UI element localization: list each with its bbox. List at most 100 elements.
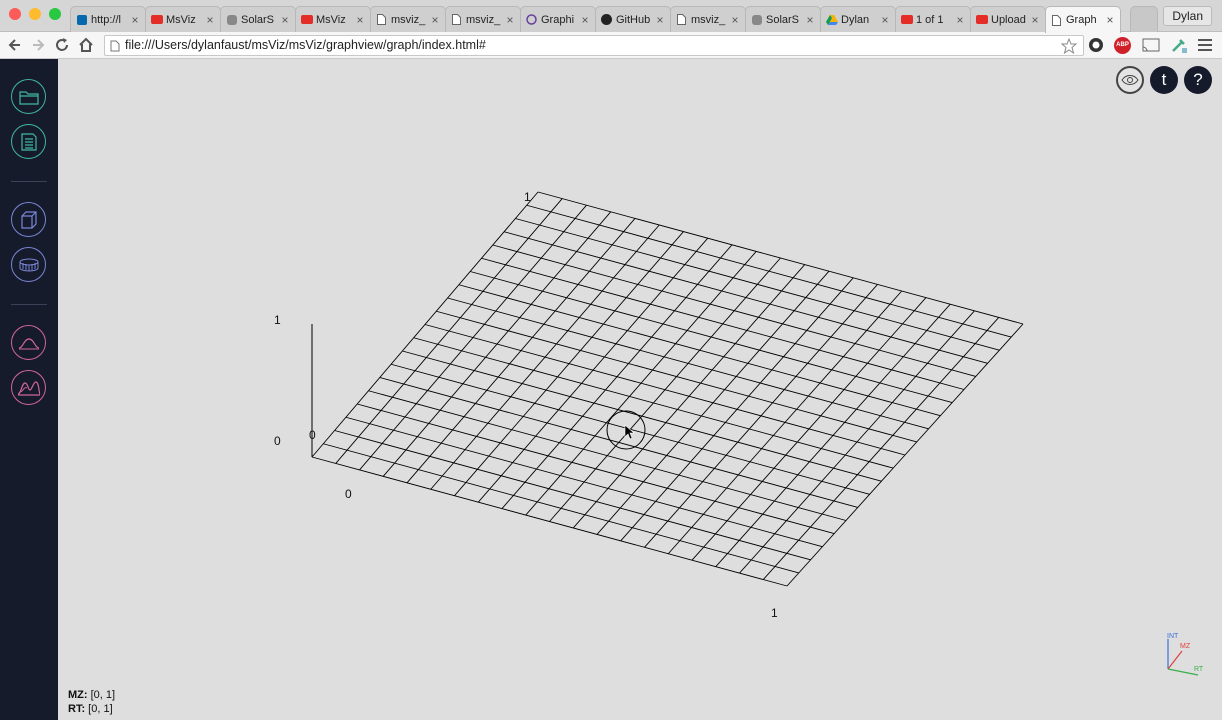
tab-close-icon[interactable]: ×	[203, 13, 217, 27]
youtube-icon	[900, 14, 913, 25]
tab-close-icon[interactable]: ×	[1028, 13, 1042, 27]
open-file-button[interactable]	[11, 79, 46, 114]
grid-line-rt	[537, 191, 1024, 325]
new-tab-button[interactable]	[1130, 6, 1158, 32]
cylinder-view-button[interactable]	[11, 247, 46, 282]
cube-view-button[interactable]	[11, 202, 46, 237]
grid-line-rt	[503, 231, 988, 364]
tab-label: MsViz	[316, 13, 346, 26]
tab-close-icon[interactable]: ×	[428, 13, 442, 27]
back-button[interactable]	[5, 35, 25, 55]
browser-tab[interactable]: SolarS ×	[220, 6, 296, 32]
tab-label: Upload	[991, 13, 1026, 26]
sidebar-divider	[11, 181, 47, 182]
gizmo-rt-label: RT	[1194, 666, 1204, 673]
peak-icon	[18, 337, 39, 349]
origin-intensity-label: 0	[309, 428, 316, 442]
tab-close-icon[interactable]: ×	[578, 13, 592, 27]
tab-label: Graphi	[541, 13, 575, 26]
peak-view-button[interactable]	[11, 325, 46, 360]
eyedropper-extension-icon[interactable]	[1170, 36, 1188, 54]
surface-grid	[311, 191, 1024, 587]
tab-label: SolarS	[766, 13, 800, 26]
browser-tab[interactable]: Upload ×	[970, 6, 1046, 32]
mz-min-label: 0	[345, 487, 352, 501]
cube-icon	[20, 210, 37, 229]
home-button[interactable]	[76, 35, 96, 55]
mz-range-row: MZ: [0, 1]	[68, 688, 115, 702]
rt-range-label: RT:	[68, 703, 86, 715]
browser-tab[interactable]: 1 of 1 ×	[895, 6, 971, 32]
browser-tab[interactable]: MsViz ×	[145, 6, 221, 32]
tab-close-icon[interactable]: ×	[128, 13, 142, 27]
browser-tab[interactable]: GitHub ×	[595, 6, 671, 32]
github-icon	[600, 14, 613, 25]
reload-button[interactable]	[52, 35, 72, 55]
url-text: file:///Users/dylanfaust/msViz/msViz/gra…	[125, 38, 486, 52]
browser-tab[interactable]: Graphi ×	[520, 6, 596, 32]
browser-tab[interactable]: Dylan ×	[820, 6, 896, 32]
mz-range-label: MZ:	[68, 689, 88, 701]
cast-icon[interactable]	[1142, 38, 1160, 52]
tab-close-icon[interactable]: ×	[1103, 13, 1117, 27]
mz-max-label: 1	[771, 606, 778, 620]
browser-tab[interactable]: Graph ×	[1045, 6, 1121, 33]
tab-label: Graph	[1066, 14, 1097, 26]
grid-line-mz	[739, 310, 975, 574]
close-window-button[interactable]	[9, 8, 21, 20]
tab-label: msviz_	[466, 13, 501, 26]
page-icon	[375, 14, 388, 25]
tab-close-icon[interactable]: ×	[728, 13, 742, 27]
browser-tab[interactable]: MsViz ×	[295, 6, 371, 32]
bookmark-star-icon[interactable]	[1061, 38, 1077, 54]
browser-tab[interactable]: http://l ×	[70, 6, 146, 32]
tab-close-icon[interactable]: ×	[878, 13, 892, 27]
tab-label: http://l	[91, 13, 121, 26]
forward-arrow-icon	[33, 39, 45, 51]
profile-button[interactable]: Dylan	[1163, 6, 1212, 26]
tab-close-icon[interactable]: ×	[653, 13, 667, 27]
home-icon	[79, 37, 93, 52]
save-file-button[interactable]	[11, 124, 46, 159]
tab-label: 1 of 1	[916, 13, 944, 26]
browser-tab[interactable]: msviz_ ×	[670, 6, 746, 32]
address-bar[interactable]: file:///Users/dylanfaust/msViz/msViz/gra…	[104, 35, 1084, 56]
multi-peak-icon	[17, 380, 41, 396]
range-readout: MZ: [0, 1] RT: [0, 1]	[68, 688, 115, 716]
apple-icon	[225, 14, 238, 25]
google-drive-icon	[825, 14, 838, 25]
page-icon	[450, 14, 463, 25]
forward-button[interactable]	[28, 35, 48, 55]
intensity-min-label: 0	[274, 434, 281, 448]
back-arrow-icon	[8, 39, 20, 51]
tab-label: MsViz	[166, 13, 196, 26]
sidebar-divider	[11, 304, 47, 305]
browser-tab[interactable]: msviz_ ×	[445, 6, 521, 32]
tab-label: GitHub	[616, 13, 651, 26]
browser-tab-strip: http://l × MsViz × SolarS × MsViz × msviz_ × msviz…	[0, 0, 1222, 33]
tab-label: Dylan	[841, 13, 870, 26]
browser-tab[interactable]: msviz_ ×	[370, 6, 446, 32]
rt-range-row: RT: [0, 1]	[68, 702, 115, 716]
browser-tab[interactable]: SolarS ×	[745, 6, 821, 32]
grid-line-mz	[786, 323, 1024, 587]
page-icon	[110, 40, 120, 52]
tab-close-icon[interactable]: ×	[953, 13, 967, 27]
extension-shield-icon[interactable]	[1088, 37, 1104, 53]
page-icon	[675, 14, 688, 25]
sidebar	[0, 59, 58, 720]
tab-label: SolarS	[241, 13, 275, 26]
browser-toolbar: file:///Users/dylanfaust/msViz/msViz/gra…	[0, 32, 1222, 59]
tab-close-icon[interactable]: ×	[503, 13, 517, 27]
multi-peak-view-button[interactable]	[11, 370, 46, 405]
tab-close-icon[interactable]: ×	[803, 13, 817, 27]
tab-close-icon[interactable]: ×	[278, 13, 292, 27]
intensity-max-label: 1	[274, 313, 281, 327]
chrome-menu-icon[interactable]	[1197, 38, 1213, 52]
apple-icon	[750, 14, 763, 25]
graph-canvas[interactable]: 1 0 0 1 0 1 INT MZ RT	[58, 59, 1222, 720]
tab-close-icon[interactable]: ×	[353, 13, 367, 27]
adblock-plus-icon[interactable]: ABP	[1114, 37, 1131, 54]
zoom-window-button[interactable]	[49, 8, 61, 20]
minimize-window-button[interactable]	[29, 8, 41, 20]
